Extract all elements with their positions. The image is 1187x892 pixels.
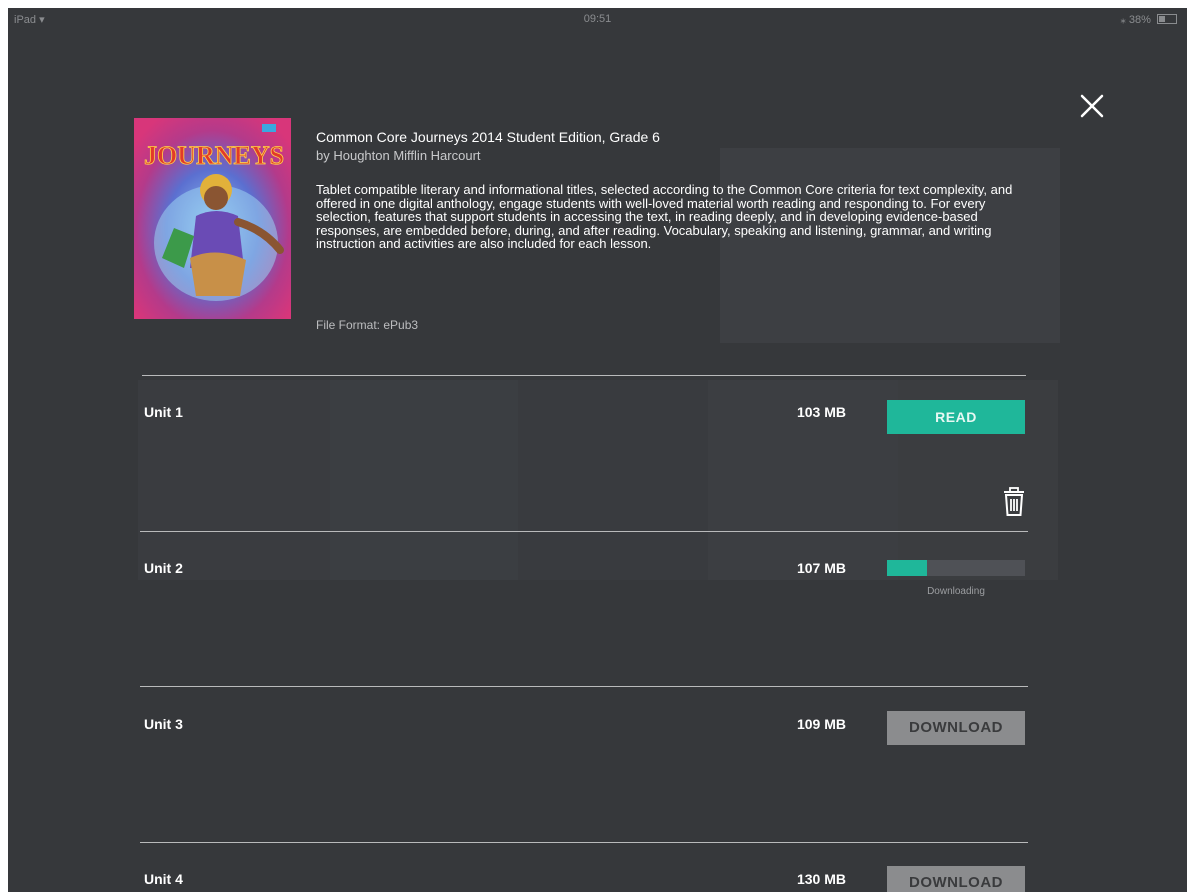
battery-percent: 38% bbox=[1128, 14, 1151, 26]
battery-icon bbox=[1157, 14, 1177, 24]
unit-size: 130 MB bbox=[796, 871, 846, 887]
file-format: File Format: ePub3 bbox=[316, 318, 419, 332]
close-icon[interactable] bbox=[1076, 90, 1108, 122]
app-screen: iPad ▾ 09:51 ⁎ 38% JOURNEYS Common Core … bbox=[8, 8, 1187, 892]
progress-fill bbox=[887, 560, 928, 576]
download-button[interactable]: DOWNLOAD bbox=[887, 711, 1025, 745]
read-button[interactable]: READ bbox=[887, 400, 1025, 434]
unit-size: 109 MB bbox=[796, 716, 846, 732]
download-button[interactable]: DOWNLOAD bbox=[887, 866, 1025, 892]
status-bar: iPad ▾ 09:51 ⁎ 38% bbox=[8, 8, 1187, 28]
divider bbox=[142, 375, 1026, 376]
divider bbox=[140, 531, 1028, 532]
book-title: Common Core Journeys 2014 Student Editio… bbox=[316, 129, 660, 145]
download-status: Downloading bbox=[927, 586, 985, 597]
unit-size: 107 MB bbox=[796, 560, 846, 576]
book-description: Tablet compatible literary and informati… bbox=[316, 182, 1013, 252]
download-progress-bar bbox=[887, 560, 1025, 576]
unit-name: Unit 1 bbox=[144, 404, 183, 420]
unit-size: 103 MB bbox=[796, 404, 846, 420]
unit-name: Unit 3 bbox=[144, 716, 183, 732]
cover-art: JOURNEYS bbox=[134, 118, 291, 319]
status-time: 09:51 bbox=[583, 13, 612, 25]
divider bbox=[140, 686, 1028, 687]
book-author: by Houghton Mifflin Harcourt bbox=[316, 148, 481, 163]
unit-name: Unit 2 bbox=[144, 560, 183, 576]
divider bbox=[140, 842, 1028, 843]
bluetooth-icon: ⁎ bbox=[1120, 14, 1126, 26]
book-cover: JOURNEYS bbox=[134, 118, 291, 319]
unit-name: Unit 4 bbox=[144, 871, 183, 887]
status-right: ⁎ 38% bbox=[1120, 13, 1177, 26]
trash-icon[interactable] bbox=[1001, 486, 1027, 518]
cover-title: JOURNEYS bbox=[144, 141, 284, 170]
